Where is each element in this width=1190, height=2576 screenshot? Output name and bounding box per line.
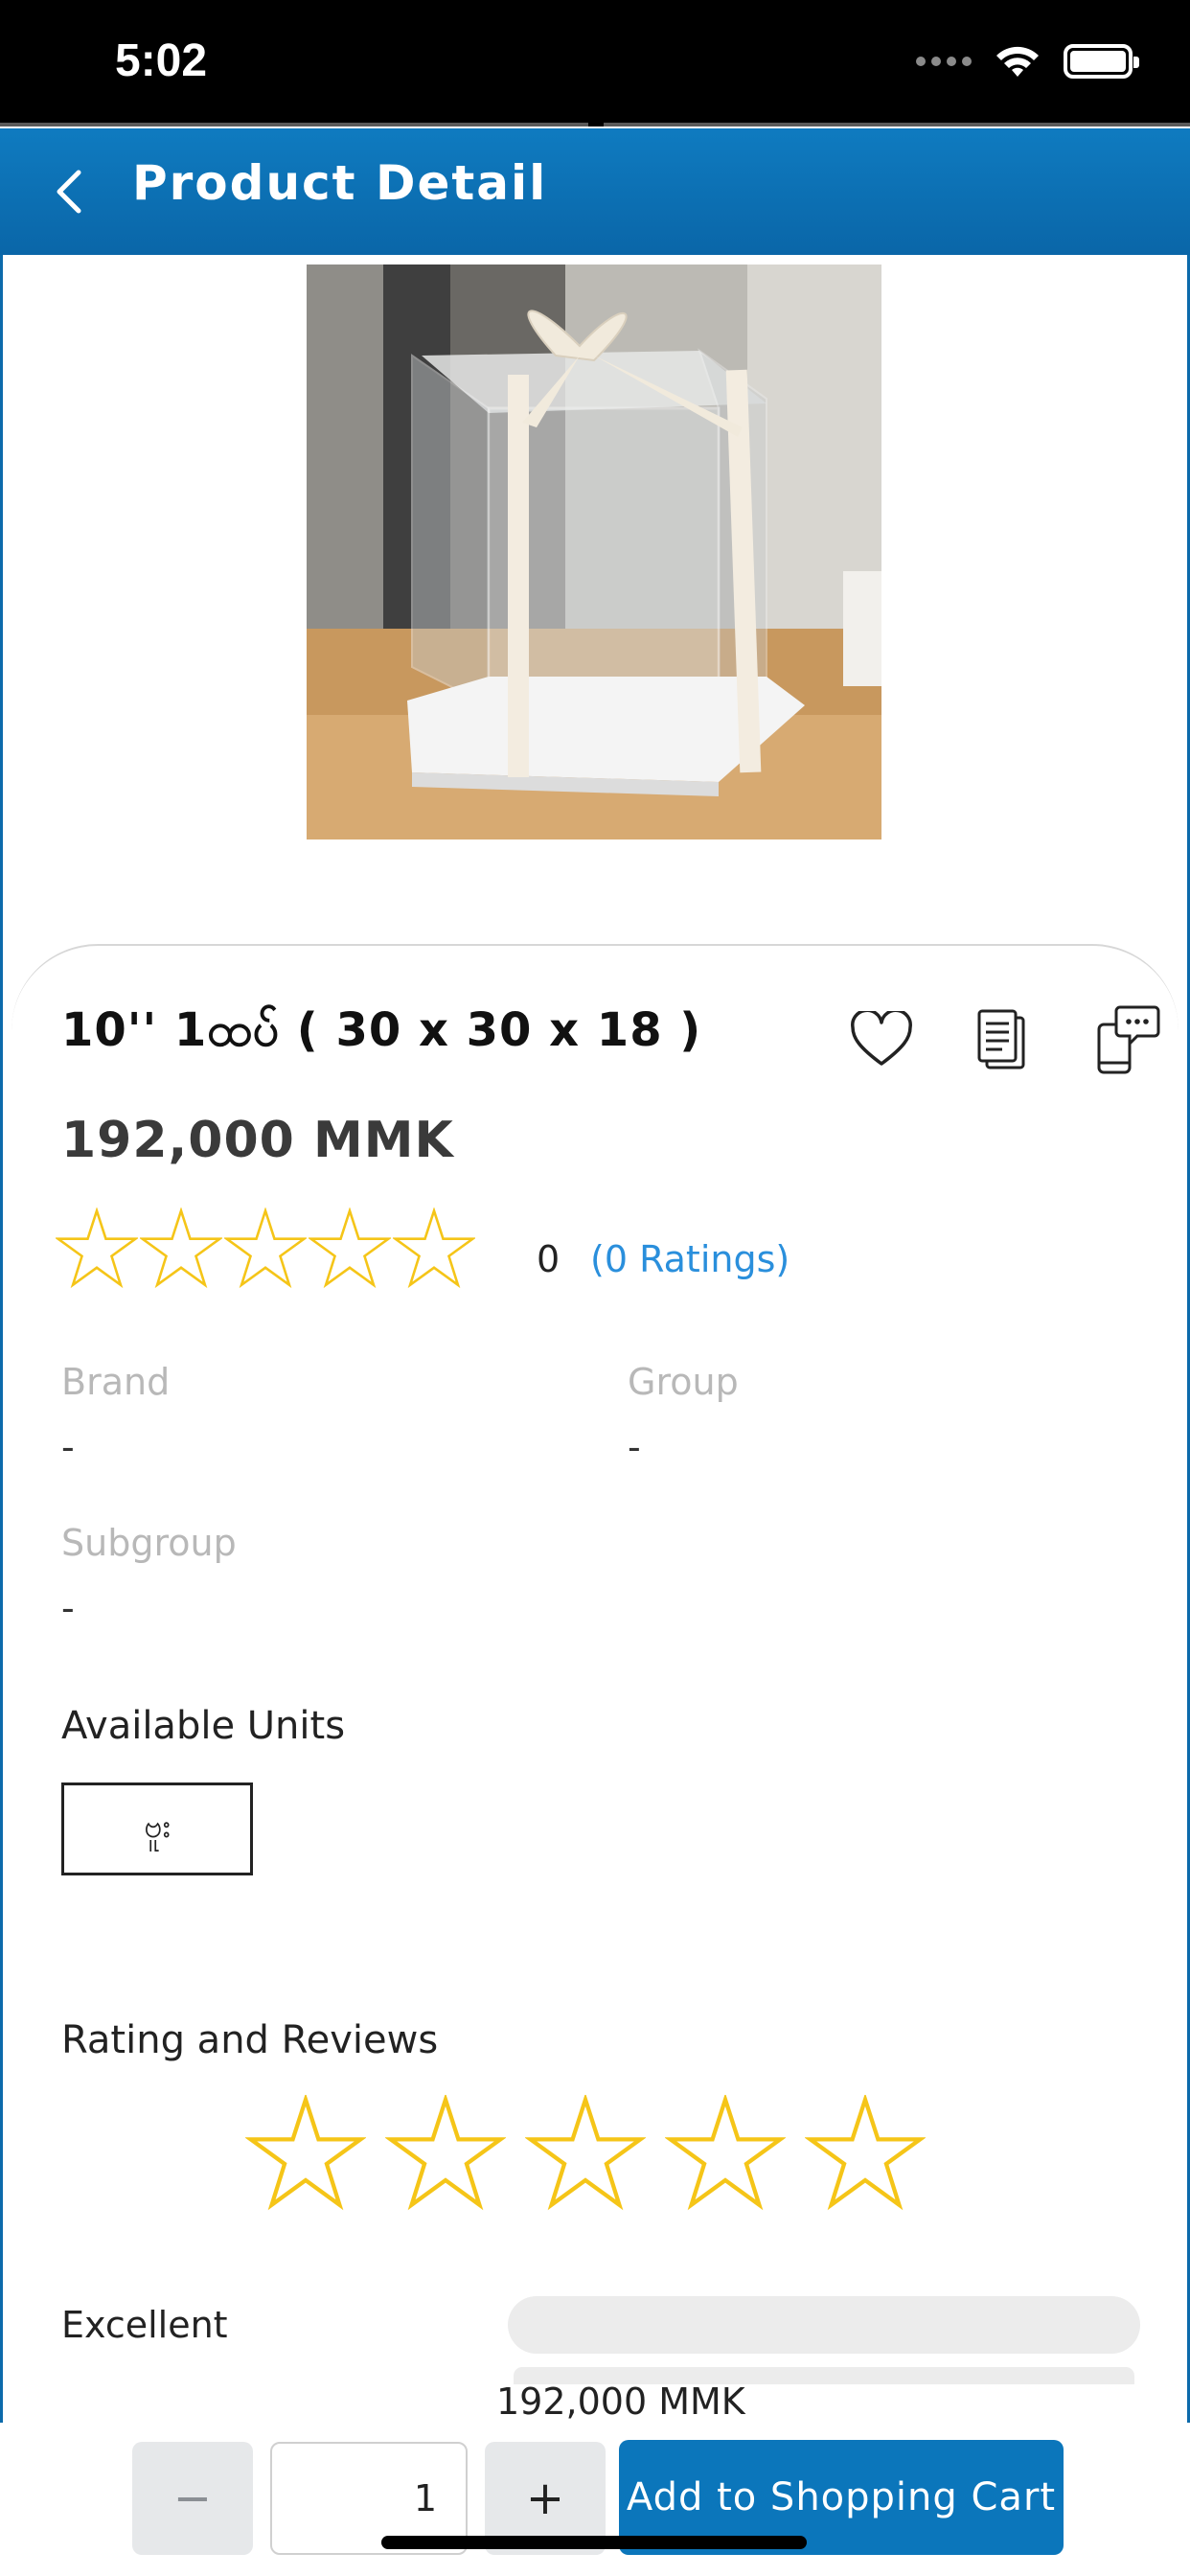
- back-button[interactable]: [34, 157, 103, 226]
- chat-button[interactable]: [1088, 1001, 1165, 1078]
- page-title: Product Detail: [132, 155, 548, 211]
- star-outline-icon[interactable]: [385, 2095, 506, 2212]
- wifi-icon: [996, 46, 1039, 77]
- star-outline-icon[interactable]: [805, 2095, 926, 2212]
- ratings-link[interactable]: (0 Ratings): [590, 1238, 790, 1280]
- document-button[interactable]: [964, 1001, 1041, 1078]
- cellular-signal-icon: [916, 57, 972, 66]
- product-image[interactable]: [307, 264, 881, 840]
- chat-phone-icon: [1097, 1005, 1160, 1074]
- brand-label: Brand: [61, 1361, 171, 1403]
- heart-icon: [851, 1011, 912, 1066]
- unit-option[interactable]: ဗူး: [61, 1782, 253, 1875]
- star-outline-icon: [140, 1208, 222, 1289]
- app-header: Product Detail: [0, 128, 1190, 255]
- subgroup-label: Subgroup: [61, 1522, 237, 1564]
- chevron-left-icon: [57, 170, 81, 214]
- product-rating-stars[interactable]: [56, 1208, 475, 1290]
- status-divider-right: [604, 123, 1190, 126]
- group-label: Group: [628, 1361, 739, 1403]
- product-actions: [843, 1001, 1169, 1078]
- star-outline-icon[interactable]: [525, 2095, 646, 2212]
- favorite-button[interactable]: [843, 1001, 920, 1078]
- star-outline-icon: [393, 1208, 475, 1289]
- available-units-title: Available Units: [61, 1704, 346, 1748]
- status-time: 5:02: [115, 35, 208, 86]
- excellent-rating-bar: [508, 2296, 1140, 2354]
- star-outline-icon: [56, 1208, 138, 1289]
- star-outline-icon[interactable]: [245, 2095, 366, 2212]
- group-value: -: [628, 1426, 641, 1468]
- subgroup-value: -: [61, 1587, 75, 1629]
- product-price: 192,000 MMK: [61, 1112, 454, 1169]
- gift-box-illustration: [307, 264, 881, 840]
- status-divider-left: [0, 123, 588, 126]
- star-outline-icon: [309, 1208, 391, 1289]
- battery-icon: [1064, 44, 1139, 79]
- star-outline-icon: [224, 1208, 307, 1289]
- document-icon: [977, 1009, 1025, 1070]
- rating-reviews-title: Rating and Reviews: [61, 2018, 439, 2062]
- frame-border-left: [0, 255, 3, 2430]
- status-bar: 5:02: [0, 0, 1190, 126]
- star-outline-icon[interactable]: [665, 2095, 786, 2212]
- rating-count: 0: [537, 1238, 561, 1280]
- excellent-label: Excellent: [61, 2304, 228, 2346]
- review-input-stars[interactable]: [245, 2095, 926, 2212]
- product-name: 10'' 1ထပ် ( 30 x 30 x 18 ): [61, 1003, 702, 1057]
- status-indicators: [916, 42, 1139, 80]
- bottom-price: 192,000 MMK: [496, 2380, 745, 2423]
- brand-value: -: [61, 1426, 75, 1468]
- quantity-decrease-button[interactable]: −: [132, 2442, 253, 2555]
- home-indicator: [381, 2536, 807, 2549]
